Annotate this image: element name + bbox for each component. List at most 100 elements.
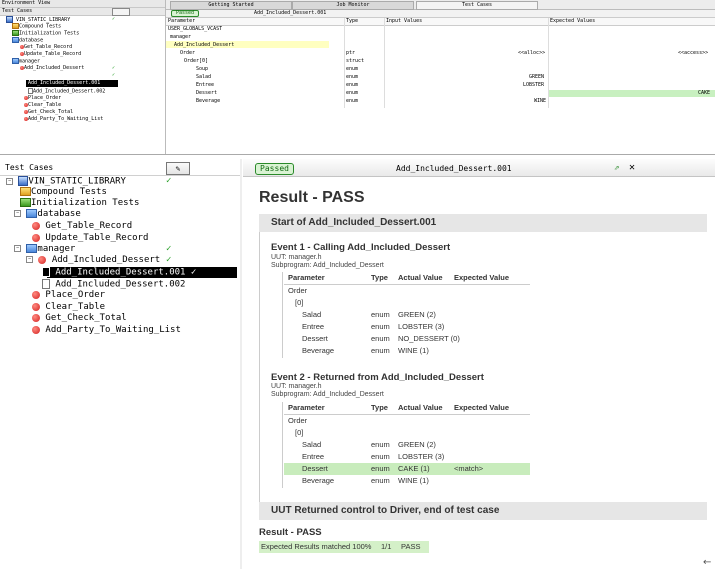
tree-item-update-table[interactable]: Update_Table_Record	[32, 233, 148, 244]
grid-row-input[interactable]: LOBSTER	[523, 82, 544, 88]
summary-bar: Expected Results matched 100% 1/1 PASS	[259, 541, 429, 553]
grid-row-input[interactable]: GREEN	[529, 74, 544, 80]
tree-item-label: Update_Table_Record	[45, 233, 149, 243]
tree-row-add-included-002[interactable]: Add_Included_Dessert.002	[28, 88, 105, 95]
collapse-icon[interactable]: −	[14, 245, 21, 252]
summary-title: Result - PASS	[259, 527, 322, 538]
grid-header-type: Type	[346, 18, 359, 24]
cell-type: enum	[371, 440, 390, 449]
tab-job-monitor[interactable]: Job Monitor	[292, 1, 414, 10]
test-cases-label: Test Cases	[2, 8, 33, 14]
tree-item-add-included-002[interactable]: Add_Included_Dessert.002	[42, 279, 185, 291]
cell-param: Beverage	[302, 476, 335, 485]
tree-item-label: Get_Check_Total	[45, 313, 127, 323]
tree-item-add-included-001[interactable]: Add_Included_Dessert.001 ✓	[42, 267, 196, 279]
tree-item-get-table[interactable]: Get_Table_Record	[32, 221, 132, 232]
tree-label: Get_Table_Record	[24, 44, 73, 50]
grid-row-type: enum	[346, 90, 359, 96]
tree-row-add-included[interactable]: Add_Included_Dessert	[20, 65, 84, 71]
tree-row-root[interactable]: VIN_STATIC_LIBRARY	[6, 16, 70, 23]
tree-row-compound[interactable]: Compound Tests	[12, 23, 61, 30]
pin-button-small[interactable]	[112, 8, 130, 16]
grid-row-expected[interactable]: CAKE	[698, 90, 710, 96]
grid-row-param: Salad	[196, 74, 212, 80]
tree-item-place-order[interactable]: Place_Order	[32, 290, 105, 301]
grid-row-input[interactable]: <<alloc>>	[518, 50, 545, 56]
tree-item-root[interactable]: − VIN_STATIC_LIBRARY	[6, 176, 126, 188]
tree-row-update-table[interactable]: Update_Table_Record	[20, 51, 81, 57]
tree-item-label: manager	[37, 244, 76, 254]
pin-button[interactable]: ✎	[166, 162, 190, 175]
cell-param: Entree	[302, 322, 325, 331]
tab-getting-started[interactable]: Getting Started	[170, 1, 292, 10]
tree-label: Add_Included_Dessert	[24, 65, 85, 71]
tree-item-manager[interactable]: − manager	[14, 244, 75, 255]
tab-test-cases[interactable]: Test Cases	[416, 1, 538, 10]
tree-item-init[interactable]: Initialization Tests	[20, 198, 139, 209]
cell-expected: <match>	[454, 464, 484, 473]
col-type: Type	[371, 273, 388, 282]
cell-actual: CAKE (1)	[398, 464, 430, 473]
collapse-icon[interactable]: −	[6, 177, 13, 185]
event1-table-frame	[282, 272, 283, 358]
passed-tab[interactable]: Passed	[255, 163, 294, 175]
tree-item-compound[interactable]: Compound Tests	[20, 187, 107, 198]
tree-item-label: Add_Party_To_Waiting_List	[45, 325, 181, 335]
tree-row-init[interactable]: Initialization Tests	[12, 30, 79, 37]
table-row: [0]	[284, 297, 530, 309]
table-row: [0]	[284, 427, 530, 439]
grid-expected-highlight	[549, 90, 715, 97]
tree-item-label: database	[37, 209, 81, 219]
tree-row-manager[interactable]: manager	[12, 58, 40, 65]
tree-row-database[interactable]: database	[12, 37, 43, 44]
event2-table-header: Parameter Type Actual Value Expected Val…	[284, 402, 530, 414]
tree-label: Initialization Tests	[19, 30, 80, 37]
grid-header-parameter: Parameter	[168, 18, 196, 24]
tree-item-database[interactable]: − database	[14, 209, 81, 220]
env-view-label: Environment View	[2, 0, 51, 6]
tree-label: Add_Included_Dessert.002	[33, 88, 106, 95]
end-section-header: UUT Returned control to Driver, end of t…	[259, 502, 707, 520]
tree-label: Compound Tests	[19, 23, 62, 30]
grid-row-param: USER_GLOBALS_VCAST	[168, 26, 223, 32]
tree-row-place-order[interactable]: Place_Order	[24, 95, 61, 101]
compound-icon	[20, 187, 31, 196]
grid-row-param[interactable]: Order	[180, 50, 195, 56]
grid-row-type: enum	[346, 82, 359, 88]
execute-icon[interactable]: ⇗	[614, 163, 619, 173]
collapse-icon[interactable]: −	[14, 210, 21, 217]
tree-item-clear-table[interactable]: Clear_Table	[32, 302, 105, 313]
tree-row-clear-table[interactable]: Clear_Table	[24, 102, 61, 108]
close-icon[interactable]: ✕	[629, 162, 635, 173]
tree-item-label: Compound Tests	[31, 187, 107, 197]
library-icon	[18, 176, 29, 186]
tree-item-get-check[interactable]: Get_Check_Total	[32, 313, 127, 324]
check-icon: ✓	[112, 16, 116, 22]
screenshot-divider	[0, 154, 715, 155]
tree-item-add-included[interactable]: − Add_Included_Dessert	[26, 255, 160, 266]
event2-uut: UUT: manager.h	[271, 383, 322, 390]
tree-row-add-included-001[interactable]: Add_Included_Dessert.001	[28, 80, 100, 87]
tree-item-add-party[interactable]: Add_Party_To_Waiting_List	[32, 325, 181, 336]
cell-type: enum	[371, 310, 390, 319]
cell-param: Salad	[302, 310, 322, 319]
back-arrow-icon[interactable]: ←	[703, 557, 711, 568]
panel-border	[240, 159, 242, 569]
cell-type: enum	[371, 476, 390, 485]
tree-label: database	[19, 37, 44, 44]
fail-dot-icon	[32, 233, 40, 242]
folder-icon	[26, 209, 38, 218]
tree-label: Place_Order	[28, 95, 62, 101]
tree-row-add-party[interactable]: Add_Party_To_Waiting_List	[24, 116, 103, 122]
collapse-icon[interactable]: −	[26, 256, 33, 263]
grid-header-expected: Expected Values	[550, 18, 596, 24]
grid-row-expected[interactable]: <<access>>	[678, 50, 708, 56]
grid-row-input[interactable]: WINE	[534, 98, 546, 104]
tree-row-get-table[interactable]: Get_Table_Record	[20, 44, 72, 50]
top-tab-title: Add_Included_Dessert.001	[254, 10, 327, 16]
top-subheader	[166, 10, 715, 18]
end-section-label: UUT Returned control to Driver, end of t…	[271, 505, 500, 516]
event1-table-header: Parameter Type Actual Value Expected Val…	[284, 272, 530, 284]
tree-label: Get_Check_Total	[28, 109, 74, 115]
tree-row-get-check[interactable]: Get_Check_Total	[24, 109, 73, 115]
